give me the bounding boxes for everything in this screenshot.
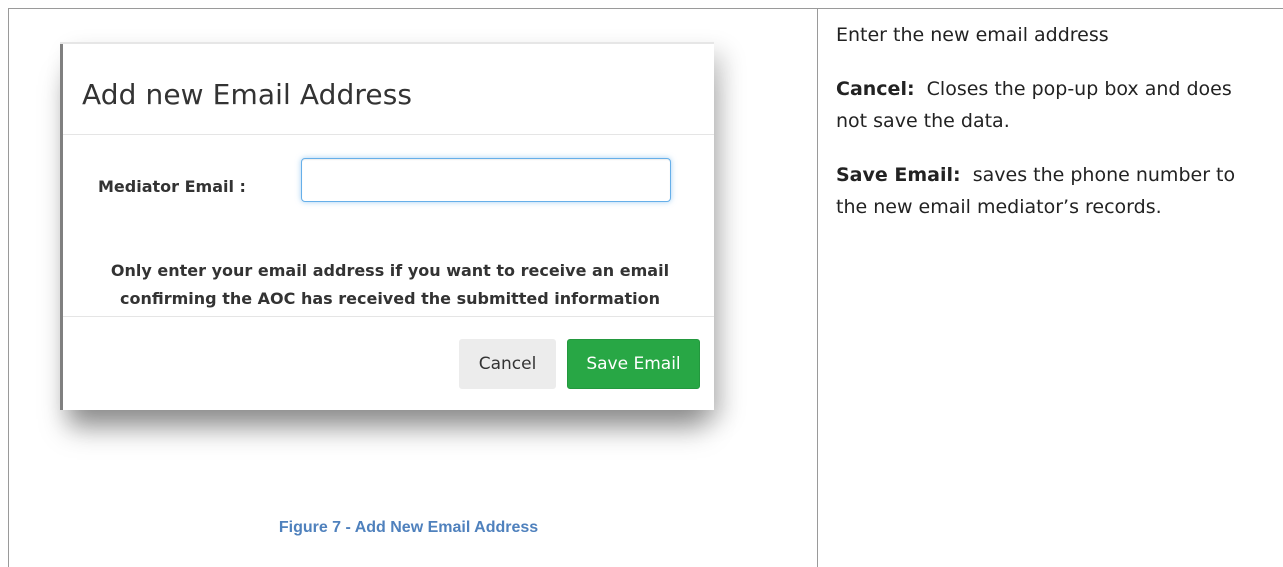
save-email-button[interactable]: Save Email bbox=[567, 339, 700, 389]
description-cancel: Cancel: Closes the pop-up box and does n… bbox=[836, 73, 1266, 137]
modal-title: Add new Email Address bbox=[82, 78, 413, 111]
email-notice-line-1: Only enter your email address if you wan… bbox=[110, 261, 670, 280]
email-notice-line-2: confirming the AOC has received the subm… bbox=[120, 289, 660, 308]
cancel-button[interactable]: Cancel bbox=[459, 339, 556, 389]
description-cancel-term: Cancel: bbox=[836, 78, 915, 100]
document-table: Add new Email Address Mediator Email : O… bbox=[0, 0, 1283, 567]
description-save: Save Email: saves the phone number to th… bbox=[836, 159, 1266, 223]
screenshot-left-edge bbox=[60, 42, 63, 410]
modal-footer-divider bbox=[63, 316, 714, 317]
table-border-left bbox=[8, 8, 9, 567]
figure-caption: Figure 7 - Add New Email Address bbox=[278, 519, 539, 536]
table-column-divider bbox=[817, 8, 818, 567]
mediator-email-input[interactable] bbox=[301, 158, 671, 202]
description-intro: Enter the new email address bbox=[836, 24, 1109, 46]
description-save-term: Save Email: bbox=[836, 164, 961, 186]
email-notice: Only enter your email address if you wan… bbox=[74, 257, 706, 313]
modal-header-divider bbox=[63, 134, 714, 135]
embedded-dialog-screenshot: Add new Email Address Mediator Email : O… bbox=[60, 42, 714, 410]
screenshot-top-edge bbox=[60, 42, 714, 44]
table-border-top bbox=[8, 8, 1283, 9]
mediator-email-label: Mediator Email : bbox=[98, 177, 246, 196]
description-column: Enter the new email address Cancel: Clos… bbox=[836, 19, 1266, 245]
